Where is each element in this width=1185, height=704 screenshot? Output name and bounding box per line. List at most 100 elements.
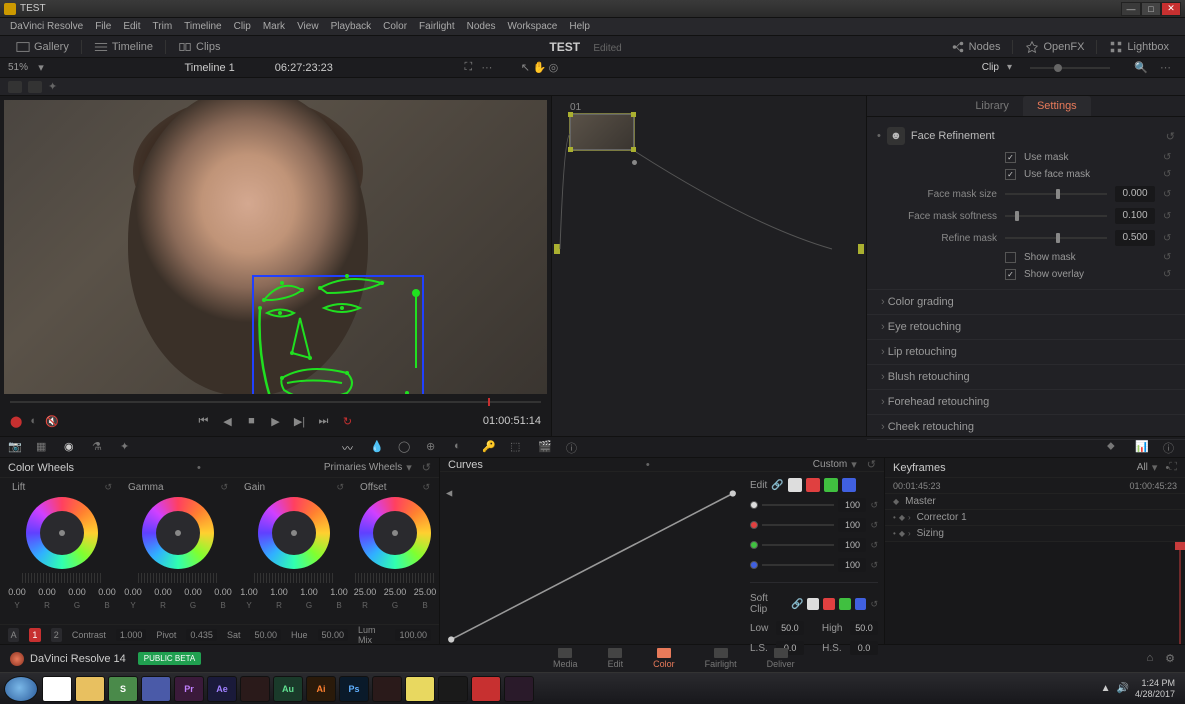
nodes-toggle[interactable]: Nodes [943,40,1009,54]
sc-y[interactable] [807,598,819,610]
keyframe-timeline[interactable] [885,542,1185,644]
wheel-value[interactable]: 1.00 [326,587,352,597]
tracker-icon[interactable]: ⊕ [426,440,440,454]
face-mask-softness-value[interactable]: 0.100 [1115,208,1155,224]
channel-r[interactable] [806,478,820,492]
menu-view[interactable]: View [291,21,325,32]
chevron-down-icon[interactable]: ▾ [1007,62,1012,73]
menu-fairlight[interactable]: Fairlight [413,21,461,32]
show-mask-checkbox[interactable] [1005,252,1016,263]
blur-icon[interactable]: ◐ [454,440,468,454]
chevron-down-icon[interactable]: ▾ [34,61,48,75]
search-icon[interactable]: 🔍 [1134,61,1148,75]
viewer-scrubber[interactable] [0,398,551,406]
face-mask-softness-slider[interactable] [1005,215,1107,217]
3d-icon[interactable]: 🎬 [538,440,552,454]
sc-g[interactable] [839,598,851,610]
node-zoom-slider[interactable] [1030,67,1110,69]
tray-icon[interactable]: ▲ [1101,683,1111,694]
track-master[interactable]: ◆Master [885,494,1185,510]
bypass-icon[interactable]: ⬤ [10,415,22,428]
node-output-dot[interactable] [632,160,637,165]
maximize-button[interactable]: □ [1141,2,1161,16]
menu-clip[interactable]: Clip [228,21,257,32]
face-mask-size-slider[interactable] [1005,193,1107,195]
jog-wheel[interactable] [355,573,435,583]
track-corrector[interactable]: •◆›Corrector 1 [885,510,1185,526]
curves-icon[interactable]: 〰 [342,440,356,454]
menu-file[interactable]: File [89,21,117,32]
taskbar-app[interactable] [438,676,468,702]
expand-icon[interactable]: ⛶ [461,61,475,75]
taskbar-app[interactable] [75,676,105,702]
sc-r[interactable] [823,598,835,610]
viewer-canvas[interactable] [4,100,547,394]
section-blush-retouching[interactable]: Blush retouching [867,365,1185,390]
taskbar-app[interactable]: Ai [306,676,336,702]
info-icon[interactable]: ⓘ [566,440,580,454]
rgb-mixer-icon[interactable]: ⚗ [92,440,106,454]
camera-raw-icon[interactable]: 📷 [8,440,22,454]
key-icon[interactable]: 🔑 [482,440,496,454]
zoom-level[interactable]: 51% [8,62,28,73]
menu-mark[interactable]: Mark [257,21,291,32]
wipe-icon[interactable] [8,81,22,93]
taskbar-app[interactable] [240,676,270,702]
wheel-value[interactable]: 0.00 [4,587,30,597]
track-sizing[interactable]: •◆›Sizing [885,526,1185,542]
use-mask-checkbox[interactable] [1005,152,1016,163]
menu-help[interactable]: Help [563,21,596,32]
node-graph[interactable]: 01 [552,96,867,436]
show-overlay-checkbox[interactable] [1005,269,1016,280]
first-frame-button[interactable]: ⏮ [196,413,212,429]
page-1-button[interactable]: 1 [29,628,40,642]
section-lip-retouching[interactable]: Lip retouching [867,340,1185,365]
start-button[interactable] [4,676,38,702]
wheel-value[interactable]: 25.00 [382,587,408,597]
taskbar-app[interactable] [405,676,435,702]
section-forehead-retouching[interactable]: Forehead retouching [867,390,1185,415]
motion-effects-icon[interactable]: ✦ [120,440,134,454]
next-frame-button[interactable]: ▶| [292,413,308,429]
node-thumbnail[interactable] [570,114,634,150]
link-icon[interactable]: 🔗 [771,480,783,491]
taskbar-app[interactable]: Ae [207,676,237,702]
menu-trim[interactable]: Trim [147,21,179,32]
menu-davinci[interactable]: DaVinci Resolve [4,21,89,32]
curves-mode-dropdown[interactable]: Custom [813,459,847,470]
window-icon[interactable]: ◯ [398,440,412,454]
prev-frame-button[interactable]: ◀ [220,413,236,429]
jog-wheel[interactable] [254,573,334,583]
stop-button[interactable]: ■ [244,413,260,429]
wheels-mode-dropdown[interactable]: Primaries Wheels [324,462,402,473]
settings-icon[interactable]: ⚙ [1165,652,1175,665]
wheel-value[interactable]: 1.00 [296,587,322,597]
use-face-mask-checkbox[interactable] [1005,169,1016,180]
clips-toggle[interactable]: Clips [170,40,228,54]
taskbar-app[interactable]: Ps [339,676,369,702]
jog-wheel[interactable] [138,573,218,583]
cursor-icon[interactable]: ↖ [518,61,532,75]
menu-color[interactable]: Color [377,21,413,32]
home-icon[interactable]: ⌂ [1146,652,1153,665]
channel-g[interactable] [824,478,838,492]
wheel-value[interactable]: 1.00 [236,587,262,597]
menu-edit[interactable]: Edit [117,21,146,32]
wheel-value[interactable]: 25.00 [352,587,378,597]
viewer-options-icon[interactable]: ⋯ [475,61,498,74]
wheel-value[interactable]: 0.00 [64,587,90,597]
minimize-button[interactable]: — [1121,2,1141,16]
close-button[interactable]: ✕ [1161,2,1181,16]
curves-graph[interactable] [446,478,738,655]
openfx-toggle[interactable]: OpenFX [1017,40,1092,54]
refine-mask-slider[interactable] [1005,237,1107,239]
section-color-grading[interactable]: Color grading [867,290,1185,315]
page-a-button[interactable]: A [8,628,19,642]
color-wheel-lift[interactable] [26,497,98,569]
taskbar-app[interactable]: Au [273,676,303,702]
clip-label[interactable]: Clip [982,62,999,73]
highlight-icon[interactable]: ✦ [48,80,57,93]
face-tracking-box[interactable] [252,275,424,394]
wheel-value[interactable]: 0.00 [94,587,120,597]
reset-icon[interactable]: ↺ [422,461,431,474]
